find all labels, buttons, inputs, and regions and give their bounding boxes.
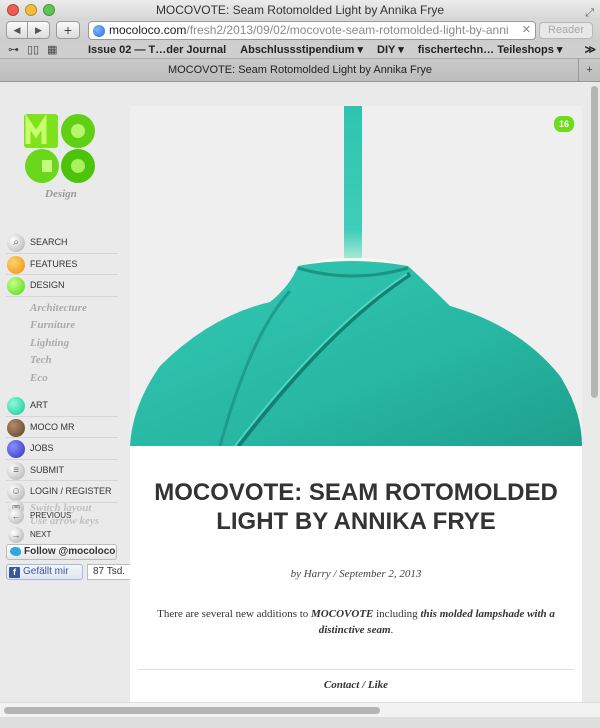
subnav-furniture[interactable]: Furniture (30, 317, 118, 335)
article-byline: by Harry / September 2, 2013 (290, 568, 422, 580)
design-ball-icon (7, 277, 25, 295)
design-subnav: Architecture Furniture Lighting Tech Eco (6, 297, 118, 396)
logo-subtitle: Design (45, 188, 77, 200)
subnav-architecture[interactable]: Architecture (30, 300, 118, 318)
arrow-right-icon: → (8, 527, 24, 543)
nav-item-jobs[interactable]: Jobs (6, 438, 118, 460)
mocovote-link[interactable]: MOCOVOTE (311, 608, 373, 620)
article-title: MOCOVOTE: Seam Rotomolded Light by Annik… (154, 479, 558, 535)
horizontal-scrollbar-track (0, 702, 600, 717)
nav-item-art[interactable]: Art (6, 395, 118, 417)
web-page: Design ⌕ Search Features Design Architec… (0, 82, 600, 702)
intro-text: including (373, 608, 421, 620)
section-divider (138, 669, 574, 670)
arrow-left-icon: ← (8, 508, 24, 524)
nav-label: Moco MR (30, 421, 75, 432)
subnav-eco[interactable]: Eco (30, 370, 118, 388)
login-user-icon: ☺ (7, 483, 25, 501)
subnav-lighting[interactable]: Lighting (30, 335, 118, 353)
add-bookmark-button[interactable]: + (56, 21, 80, 39)
nav-item-submit[interactable]: ≡ Submit (6, 460, 118, 481)
like-label: Gefällt mir (23, 566, 69, 577)
window-controls (7, 4, 55, 16)
art-ball-icon (7, 397, 25, 415)
more-bookmarks-chevron-icon[interactable]: ≫ (584, 42, 596, 58)
moco-mr-ball-icon (7, 418, 25, 437)
twitter-bird-icon (10, 547, 21, 556)
nav-item-features[interactable]: Features (6, 254, 118, 275)
history-buttons: ◀ ▶ (6, 21, 50, 39)
subnav-tech[interactable]: Tech (30, 352, 118, 370)
bookmark-folder[interactable]: fischertechn… Teileshops ▾ (418, 42, 563, 58)
mocoloco-logo[interactable] (24, 114, 100, 184)
comment-count-badge[interactable]: 16 (554, 116, 574, 132)
nav-label: Design (30, 280, 65, 290)
bookmarks-book-icon[interactable]: ▯▯ (27, 42, 39, 58)
reading-list-icon[interactable]: ⊶ (8, 42, 19, 58)
bookmarks-bar: ⊶ ▯▯ ▦ Issue 02 — T…der Journal Abschlus… (0, 42, 600, 58)
url-domain: mocoloco.com (109, 23, 187, 37)
new-tab-plus-icon[interactable]: + (578, 59, 600, 81)
nav-label: Art (30, 400, 48, 410)
like-count: 87 Tsd. (87, 564, 131, 580)
forward-arrow-icon: ▶ (35, 25, 42, 35)
article-intro: There are several new additions to MOCOV… (150, 606, 562, 638)
vertical-scrollbar[interactable] (591, 86, 598, 398)
minimize-window-button[interactable] (25, 4, 37, 16)
bookmark-folder[interactable]: DIY ▾ (377, 42, 404, 58)
intro-text: There are several new additions to (157, 608, 312, 620)
nav-label: Submit (30, 464, 65, 475)
previous-label: Previous (30, 511, 72, 520)
stop-loading-icon[interactable]: ✕ (522, 22, 531, 39)
previous-link[interactable]: ← Previous (6, 508, 71, 524)
nav-label: Search (30, 237, 68, 247)
facebook-like-button[interactable]: f Gefällt mir (6, 564, 83, 580)
twitter-follow-button[interactable]: Follow @mocoloco (6, 544, 117, 560)
contact-like-link[interactable]: Contact / Like (130, 679, 582, 691)
next-label: Next (30, 530, 52, 539)
nav-item-search[interactable]: ⌕ Search (6, 232, 118, 254)
top-sites-grid-icon[interactable]: ▦ (47, 42, 57, 58)
status-bar (0, 717, 600, 728)
address-bar[interactable]: mocoloco.com/fresh2/2013/09/02/mocovote-… (88, 21, 536, 40)
nav-label: Features (30, 258, 78, 269)
reader-button[interactable]: Reader (539, 22, 593, 39)
url-path: /fresh2/2013/09/02/mocovote-seam-rotomol… (186, 23, 509, 37)
jobs-ball-icon (7, 440, 25, 458)
tab-active[interactable]: MOCOVOTE: Seam Rotomolded Light by Annik… (168, 64, 432, 76)
window-titlebar: MOCOVOTE: Seam Rotomolded Light by Annik… (0, 0, 600, 20)
forward-button[interactable]: ▶ (28, 21, 50, 39)
browser-toolbar: ◀ ▶ + mocoloco.com/fresh2/2013/09/02/moc… (0, 20, 600, 42)
submit-list-icon: ≡ (7, 461, 25, 480)
features-ball-icon (7, 255, 25, 274)
zoom-window-button[interactable] (43, 4, 55, 16)
bookmark-folder[interactable]: Abschlussstipendium ▾ (240, 42, 363, 58)
tab-bar: MOCOVOTE: Seam Rotomolded Light by Annik… (0, 58, 600, 82)
facebook-icon: f (9, 567, 20, 578)
window-title: MOCOVOTE: Seam Rotomolded Light by Annik… (155, 3, 445, 17)
side-nav: ⌕ Search Features Design Architecture Fu… (6, 232, 118, 503)
lamp-hero-image[interactable]: 16 (130, 106, 582, 446)
search-icon: ⌕ (7, 234, 25, 252)
intro-text: . (390, 624, 394, 636)
article-card: 16 MOCOVOTE: Seam Rotomolded Light by An… (130, 106, 582, 702)
follow-label: Follow @mocoloco (24, 546, 116, 557)
bookmark-item[interactable]: Issue 02 — T…der Journal (88, 42, 226, 58)
nav-label: Jobs (30, 443, 54, 453)
horizontal-scrollbar-thumb[interactable] (4, 707, 380, 714)
nav-item-moco-mr[interactable]: Moco MR (6, 417, 118, 438)
back-arrow-icon: ◀ (13, 25, 21, 35)
back-button[interactable]: ◀ (6, 21, 28, 39)
site-globe-icon (93, 25, 105, 37)
next-link[interactable]: → Next (6, 527, 51, 543)
lamp-illustration (130, 106, 582, 446)
nav-label: Login / Register (30, 486, 112, 496)
close-window-button[interactable] (7, 4, 19, 16)
nav-item-design[interactable]: Design (6, 275, 118, 297)
